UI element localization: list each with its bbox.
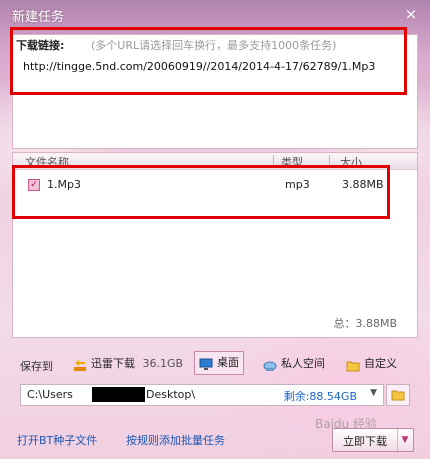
- browse-folder-button[interactable]: [386, 384, 410, 406]
- thunder-download-space: 36.1GB: [142, 357, 184, 370]
- total-size: 总：3.88MB: [333, 317, 397, 330]
- option-custom[interactable]: 自定义: [346, 353, 397, 375]
- option-private-space[interactable]: 私人空间: [263, 353, 325, 375]
- custom-label: 自定义: [364, 357, 397, 370]
- folder-icon: [391, 388, 405, 404]
- save-to-label: 保存到: [20, 360, 53, 373]
- open-bt-link[interactable]: 打开BT种子文件: [17, 432, 97, 448]
- monitor-icon: [199, 357, 213, 370]
- cloud-drive-icon: [263, 358, 277, 371]
- window-title: 新建任务: [12, 10, 65, 25]
- folder-icon: [346, 358, 360, 371]
- download-now-button[interactable]: 立即下载 ▼: [332, 428, 414, 452]
- save-path-field[interactable]: C:\Users Desktop\ 剩余:88.54GB ▼: [20, 384, 384, 406]
- option-desktop[interactable]: 桌面: [194, 351, 244, 375]
- close-icon[interactable]: ×: [402, 5, 420, 23]
- desktop-label: 桌面: [217, 356, 239, 369]
- thunder-download-label: 迅雷下载: [91, 357, 135, 370]
- chevron-down-icon[interactable]: ▼: [397, 429, 412, 451]
- thunder-download-icon: [73, 358, 87, 371]
- batch-task-link[interactable]: 按规则添加批量任务: [126, 432, 225, 448]
- chevron-down-icon[interactable]: ▼: [370, 388, 377, 398]
- redaction-block: [92, 387, 145, 402]
- private-space-label: 私人空间: [281, 357, 325, 370]
- highlight-box-file: [12, 165, 390, 219]
- highlight-box-url: [10, 27, 407, 95]
- save-path-suffix: Desktop\: [146, 388, 196, 401]
- save-path-prefix: C:\Users: [27, 388, 73, 401]
- free-space: 剩余:88.54GB: [283, 390, 357, 403]
- option-thunder-download[interactable]: 迅雷下载 36.1GB: [73, 353, 183, 375]
- download-now-label: 立即下载: [343, 435, 387, 448]
